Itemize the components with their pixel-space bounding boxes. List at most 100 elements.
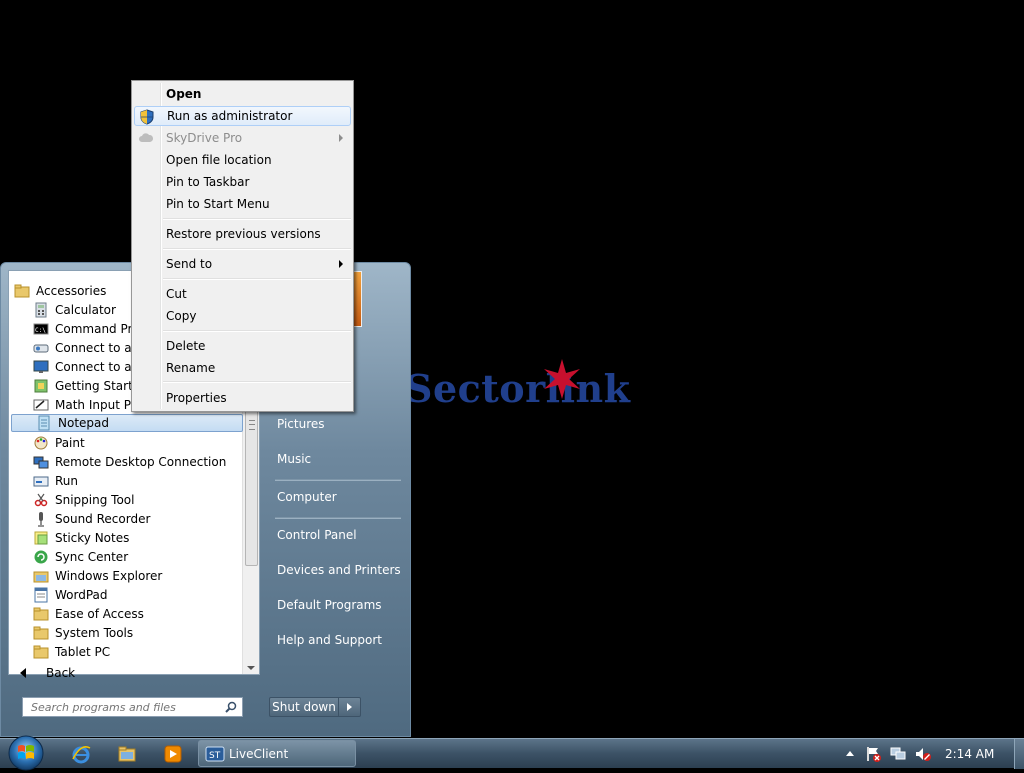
- program-item[interactable]: Sticky Notes: [9, 528, 241, 547]
- program-item[interactable]: Snipping Tool: [9, 490, 241, 509]
- program-item[interactable]: Sync Center: [9, 547, 241, 566]
- volume-muted-icon[interactable]: [914, 745, 932, 763]
- uac-shield-icon: [139, 109, 155, 125]
- scroll-grip-icon: [249, 420, 255, 430]
- folder-icon: [14, 283, 30, 299]
- context-item-label: Delete: [166, 339, 206, 353]
- context-item-pin-to-taskbar[interactable]: Pin to Taskbar: [134, 172, 351, 192]
- start-right-item-computer[interactable]: Computer: [277, 490, 337, 504]
- program-label: Sync Center: [55, 549, 129, 564]
- program-item[interactable]: Run: [9, 471, 241, 490]
- program-item[interactable]: Notepad: [11, 414, 243, 432]
- context-item-skydrive-pro: SkyDrive Pro: [134, 128, 351, 148]
- action-center-flag-icon[interactable]: [864, 745, 882, 763]
- math-input-icon: [33, 397, 49, 413]
- system-clock[interactable]: 2:14 AM: [945, 747, 994, 761]
- program-label: Ease of Access: [55, 606, 144, 621]
- network-icon[interactable]: [889, 745, 907, 763]
- search-input[interactable]: [23, 699, 225, 715]
- context-item-send-to[interactable]: Send to: [134, 254, 351, 274]
- media-player-icon[interactable]: [162, 743, 184, 765]
- shutdown-button[interactable]: Shut down: [269, 697, 339, 717]
- command-prompt-icon: C:\: [33, 321, 49, 337]
- sync-icon: [33, 549, 49, 565]
- program-label: WordPad: [55, 587, 108, 602]
- context-item-cut[interactable]: Cut: [134, 284, 351, 304]
- program-item[interactable]: Tablet PC: [9, 642, 241, 661]
- program-item[interactable]: Sound Recorder: [9, 509, 241, 528]
- explorer-icon: [33, 568, 49, 584]
- start-right-item-help-and-support[interactable]: Help and Support: [277, 633, 382, 647]
- liveclient-icon: ST: [205, 746, 225, 761]
- program-label: System Tools: [55, 625, 134, 640]
- context-item-label: Copy: [166, 309, 197, 323]
- search-icon[interactable]: [225, 701, 237, 713]
- context-item-run-as-administrator[interactable]: Run as administrator: [134, 106, 351, 126]
- show-desktop-button[interactable]: [1014, 739, 1024, 769]
- cloud-icon: [138, 130, 154, 146]
- context-item-delete[interactable]: Delete: [134, 336, 351, 356]
- context-menu: Open Run as administrator SkyDrive Pro Open…: [131, 80, 354, 412]
- context-item-label: SkyDrive Pro: [166, 131, 243, 145]
- start-right-item-music[interactable]: Music: [277, 452, 311, 466]
- taskbar-liveclient-button[interactable]: ST LiveClient: [198, 740, 356, 767]
- context-separator: [163, 381, 351, 383]
- context-item-properties[interactable]: Properties: [134, 388, 351, 408]
- start-right-item-pictures[interactable]: Pictures: [277, 417, 325, 431]
- right-pane-separator: [275, 517, 401, 519]
- submenu-arrow-icon: [339, 134, 343, 142]
- paint-icon: [33, 435, 49, 451]
- internet-explorer-icon[interactable]: [70, 743, 92, 765]
- context-item-label: Open: [166, 87, 202, 101]
- program-label: Windows Explorer: [55, 568, 163, 583]
- program-item[interactable]: System Tools: [9, 623, 241, 642]
- context-item-restore-previous-versions[interactable]: Restore previous versions: [134, 224, 351, 244]
- context-item-open[interactable]: Open: [134, 84, 351, 104]
- back-label: Back: [46, 666, 76, 680]
- context-item-open-file-location[interactable]: Open file location: [134, 150, 351, 170]
- start-right-item-default-programs[interactable]: Default Programs: [277, 598, 382, 612]
- show-hidden-icons-icon[interactable]: [846, 751, 854, 756]
- program-item[interactable]: Windows Explorer: [9, 566, 241, 585]
- context-item-label: Cut: [166, 287, 187, 301]
- program-item[interactable]: Ease of Access: [9, 604, 241, 623]
- getting-started-icon: [33, 378, 49, 394]
- scissors-icon: [33, 492, 49, 508]
- back-button[interactable]: Back: [8, 662, 260, 684]
- folder-icon: [33, 644, 49, 660]
- svg-text:C:\: C:\: [35, 327, 46, 334]
- context-item-pin-to-start-menu[interactable]: Pin to Start Menu: [134, 194, 351, 214]
- right-pane-separator: [275, 479, 401, 481]
- program-label: Notepad: [58, 416, 109, 430]
- start-orb-icon[interactable]: [6, 733, 46, 773]
- monitor-icon: [33, 359, 49, 375]
- context-item-rename[interactable]: Rename: [134, 358, 351, 378]
- context-separator: [163, 248, 351, 250]
- search-box[interactable]: [22, 697, 243, 717]
- start-right-item-devices-and-printers[interactable]: Devices and Printers: [277, 563, 401, 577]
- notepad-icon: [36, 415, 52, 431]
- start-right-item-control-panel[interactable]: Control Panel: [277, 528, 357, 542]
- context-separator: [163, 278, 351, 280]
- context-item-label: Pin to Taskbar: [166, 175, 250, 189]
- program-label: Sound Recorder: [55, 511, 151, 526]
- program-item[interactable]: Paint: [9, 433, 241, 452]
- logo-star-icon: [544, 359, 580, 399]
- back-arrow-icon: [20, 668, 26, 678]
- program-label: Calculator: [55, 302, 116, 317]
- program-item[interactable]: WordPad: [9, 585, 241, 604]
- program-item[interactable]: Remote Desktop Connection: [9, 452, 241, 471]
- context-item-label: Restore previous versions: [166, 227, 321, 241]
- taskbar: ST LiveClient 2:14 AM: [0, 735, 1024, 771]
- context-item-copy[interactable]: Copy: [134, 306, 351, 326]
- shutdown-options-button[interactable]: [339, 697, 361, 717]
- taskbar-task-label: LiveClient: [229, 746, 289, 761]
- file-explorer-icon[interactable]: [116, 743, 138, 765]
- program-label: Run: [55, 473, 79, 488]
- sticky-notes-icon: [33, 530, 49, 546]
- context-separator: [163, 330, 351, 332]
- context-separator: [163, 218, 351, 220]
- context-item-label: Run as administrator: [167, 109, 293, 123]
- desktop-logo-text: Sectorlink: [405, 366, 631, 411]
- program-label: Tablet PC: [55, 644, 111, 659]
